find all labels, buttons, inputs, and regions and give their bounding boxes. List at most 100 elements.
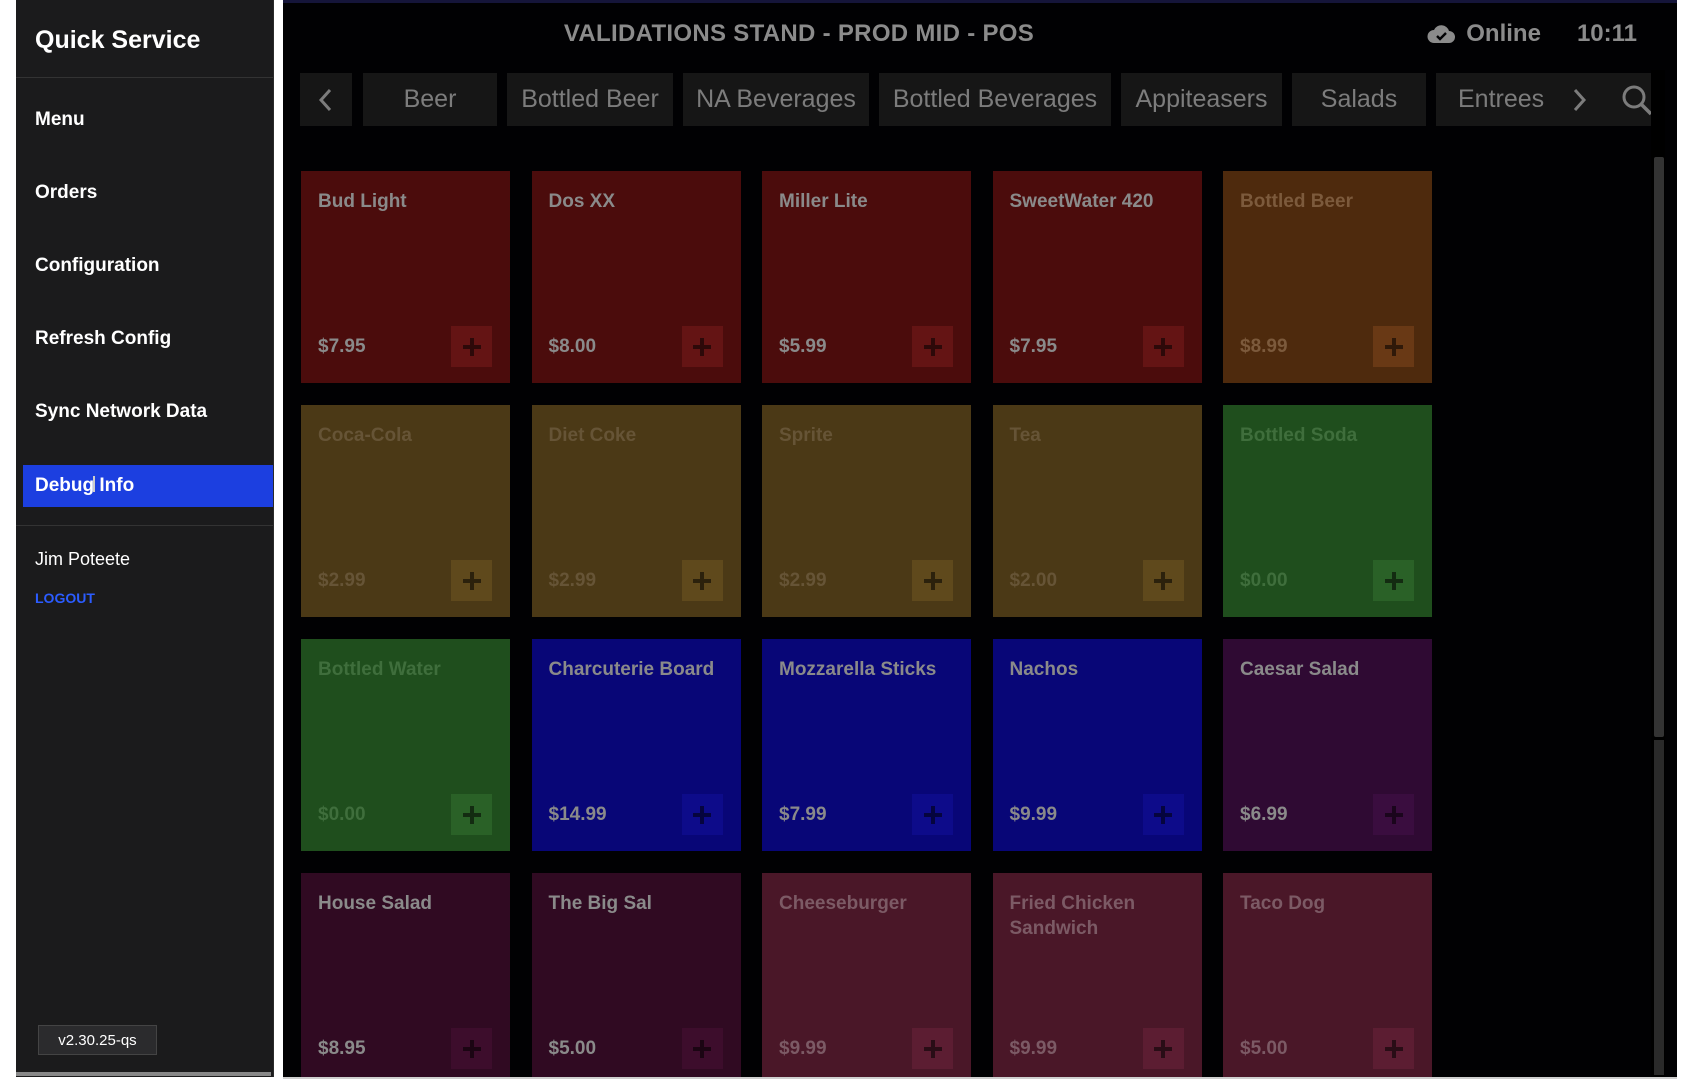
status-text: Online	[1466, 20, 1541, 47]
add-item-button[interactable]	[1142, 560, 1184, 601]
menu-item-tile[interactable]: Bottled Beer $8.99	[1223, 171, 1432, 383]
add-item-button[interactable]	[1373, 794, 1414, 835]
chevron-right-icon	[1573, 88, 1587, 111]
logout-link[interactable]: LOGOUT	[35, 590, 95, 606]
sidebar-item-orders[interactable]: Orders	[23, 172, 273, 214]
menu-item-tile[interactable]: Miller Lite $5.99	[762, 171, 971, 383]
tab-bottled-beer[interactable]: Bottled Beer	[507, 73, 673, 126]
menu-item-price: $5.00	[548, 1038, 597, 1059]
menu-item-tile[interactable]: Bottled Soda $0.00	[1223, 405, 1432, 617]
add-item-button[interactable]	[1142, 794, 1184, 835]
plus-icon	[462, 571, 481, 590]
menu-item-tile[interactable]: Coca-Cola $2.99	[301, 405, 510, 617]
plus-icon	[1384, 1039, 1403, 1058]
menu-item-name: Taco Dog	[1240, 893, 1326, 914]
menu-item-tile[interactable]: SweetWater 420 $7.95	[992, 171, 1202, 383]
category-next-button[interactable]	[1549, 73, 1609, 126]
add-item-button[interactable]	[912, 560, 953, 601]
menu-item-price: $7.95	[318, 336, 366, 357]
tab-appiteasers[interactable]: Appiteasers	[1121, 73, 1282, 126]
scrollbar-lower[interactable]	[1654, 740, 1664, 1075]
tab-salads[interactable]: Salads	[1292, 73, 1426, 126]
menu-item-price: $2.99	[548, 570, 597, 591]
plus-icon	[1154, 805, 1172, 824]
add-item-button[interactable]	[912, 794, 953, 835]
add-item-button[interactable]	[1373, 560, 1414, 601]
menu-item-tile[interactable]: Tea $2.00	[992, 405, 1202, 617]
menu-item-tile[interactable]: House Salad $8.95	[301, 873, 510, 1078]
sidebar-item-refresh-config[interactable]: Refresh Config	[23, 318, 273, 360]
menu-item-tile[interactable]: The Big Sal $5.00	[531, 873, 741, 1078]
menu-item-price: $8.95	[318, 1038, 366, 1059]
add-item-button[interactable]	[451, 1028, 492, 1069]
add-item-button[interactable]	[451, 560, 492, 601]
menu-item-price: $2.00	[1009, 570, 1058, 591]
category-bar: Beer Bottled Beer NA Beverages Bottled B…	[300, 73, 1665, 126]
menu-item-tile[interactable]: Dos XX $8.00	[531, 171, 741, 383]
plus-icon	[693, 805, 711, 824]
add-item-button[interactable]	[451, 326, 492, 367]
menu-item-tile[interactable]: Cheeseburger $9.99	[762, 873, 971, 1078]
add-item-button[interactable]	[1373, 1028, 1414, 1069]
sidebar-scrollbar[interactable]	[16, 1072, 271, 1076]
mouse-cursor-icon	[93, 476, 95, 492]
plus-icon	[462, 337, 481, 356]
divider	[16, 77, 273, 78]
add-item-button[interactable]	[681, 560, 723, 601]
tab-bottled-beverages[interactable]: Bottled Beverages	[879, 73, 1111, 126]
add-item-button[interactable]	[1373, 326, 1414, 367]
sidebar-item-sync-network-data[interactable]: Sync Network Data	[23, 391, 273, 433]
menu-item-price: $14.99	[548, 804, 607, 825]
version-badge: v2.30.25-qs	[38, 1025, 157, 1055]
menu-item-price: $2.99	[779, 570, 827, 591]
add-item-button[interactable]	[912, 326, 953, 367]
menu-item-name: Caesar Salad	[1240, 659, 1360, 680]
menu-item-tile[interactable]: Diet Coke $2.99	[531, 405, 741, 617]
cloud-icon	[1427, 25, 1456, 43]
menu-item-tile[interactable]: Taco Dog $5.00	[1223, 873, 1432, 1078]
menu-item-name: Bottled Water	[318, 659, 441, 680]
menu-item-name: The Big Sal	[548, 893, 652, 914]
add-item-button[interactable]	[681, 1028, 723, 1069]
add-item-button[interactable]	[681, 794, 723, 835]
plus-icon	[693, 1039, 711, 1058]
menu-item-price: $9.99	[779, 1038, 827, 1059]
add-item-button[interactable]	[681, 326, 723, 367]
menu-item-tile[interactable]: Charcuterie Board $14.99	[531, 639, 741, 851]
menu-item-price: $0.00	[1240, 570, 1288, 591]
menu-item-price: $2.99	[318, 570, 366, 591]
menu-item-price: $8.99	[1240, 336, 1288, 357]
menu-item-name: Miller Lite	[779, 191, 868, 212]
plus-icon	[1154, 1039, 1172, 1058]
menu-item-name: Fried Chicken Sandwich	[1009, 893, 1136, 939]
sidebar-item-configuration[interactable]: Configuration	[23, 245, 273, 287]
menu-item-tile[interactable]: Mozzarella Sticks $7.99	[762, 639, 971, 851]
page-title: VALIDATIONS STAND - PROD MID - POS	[563, 20, 1035, 47]
tab-entrees[interactable]: Entrees	[1436, 73, 1549, 126]
tab-na-beverages[interactable]: NA Beverages	[683, 73, 869, 126]
menu-item-price: $7.95	[1009, 336, 1058, 357]
main-panel: VALIDATIONS STAND - PROD MID - POS Onlin…	[283, 0, 1677, 1078]
menu-item-tile[interactable]: Nachos $9.99	[992, 639, 1202, 851]
menu-item-name: House Salad	[318, 893, 433, 914]
add-item-button[interactable]	[1142, 1028, 1184, 1069]
sidebar-item-debug-info[interactable]: Debug Info	[23, 465, 273, 507]
menu-item-tile[interactable]: Fried Chicken Sandwich $9.99	[992, 873, 1202, 1078]
menu-item-name: Mozzarella Sticks	[779, 659, 937, 680]
add-item-button[interactable]	[451, 794, 492, 835]
menu-item-tile[interactable]: Caesar Salad $6.99	[1223, 639, 1432, 851]
add-item-button[interactable]	[1142, 326, 1184, 367]
scrollbar-thumb[interactable]	[1654, 157, 1664, 737]
menu-item-price: $9.99	[1009, 1038, 1058, 1059]
plus-icon	[923, 1039, 942, 1058]
menu-item-tile[interactable]: Bud Light $7.95	[301, 171, 510, 383]
plus-icon	[923, 337, 942, 356]
tab-beer[interactable]: Beer	[363, 73, 497, 126]
menu-item-price: $0.00	[318, 804, 366, 825]
menu-item-tile[interactable]: Sprite $2.99	[762, 405, 971, 617]
sidebar-item-menu[interactable]: Menu	[23, 99, 273, 141]
add-item-button[interactable]	[912, 1028, 953, 1069]
category-prev-button[interactable]	[300, 73, 352, 126]
menu-item-name: Bottled Soda	[1240, 425, 1358, 446]
menu-item-tile[interactable]: Bottled Water $0.00	[301, 639, 510, 851]
